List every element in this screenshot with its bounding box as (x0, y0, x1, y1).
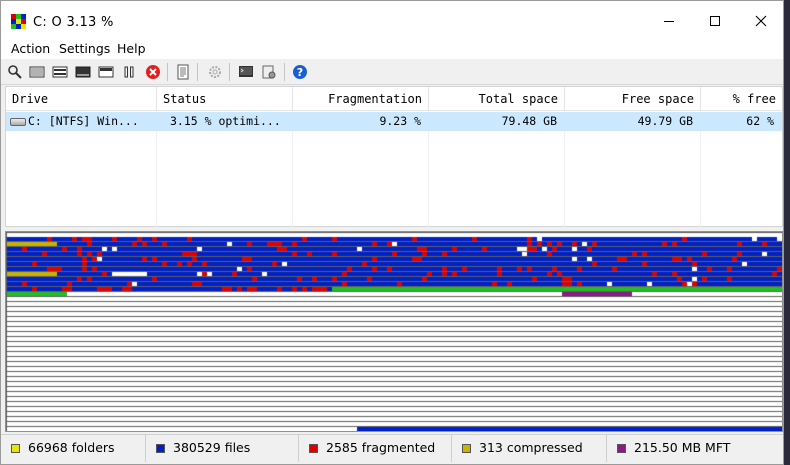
column-header-fragmentation[interactable]: Fragmentation (293, 87, 429, 111)
toolbar: ? (1, 59, 783, 85)
mft-size: 215.50 MB MFT (634, 440, 731, 455)
column-header-drive[interactable]: Drive (6, 87, 157, 111)
svg-text:?: ? (297, 66, 303, 79)
compressed-color-swatch (462, 444, 471, 453)
drive-list: Drive Status Fragmentation Total space F… (5, 86, 783, 227)
minimize-button[interactable] (646, 6, 692, 38)
toolbar-separator (229, 63, 230, 81)
compressed-count: 313 compressed (479, 440, 583, 455)
pause-icon[interactable] (121, 64, 137, 80)
drive-total-space: 79.48 GB (501, 114, 557, 128)
drive-status: 3.15 % optimi... (170, 114, 281, 128)
status-files: 380529 files (146, 435, 299, 462)
drive-list-header: Drive Status Fragmentation Total space F… (6, 87, 782, 111)
drive-fragmentation: 9.23 % (379, 114, 421, 128)
defragment-icon[interactable] (29, 64, 45, 80)
report-icon[interactable] (175, 64, 191, 80)
cluster-map (5, 231, 783, 432)
app-window: C: O 3.13 % Action Settings Help ? Drive… (0, 0, 784, 465)
status-fragmented: 2585 fragmented (299, 435, 452, 462)
quick-optimize-icon[interactable] (52, 64, 68, 80)
column-header-status[interactable]: Status (157, 87, 293, 111)
files-count: 380529 files (173, 440, 251, 455)
maximize-icon (710, 16, 720, 26)
menu-settings[interactable]: Settings (59, 41, 110, 56)
toolbar-separator (197, 63, 198, 81)
menu-help[interactable]: Help (117, 41, 146, 56)
toolbar-separator (167, 63, 168, 81)
ultradefrag-app-icon (11, 14, 27, 30)
column-header-total-space[interactable]: Total space (429, 87, 565, 111)
folders-count: 66968 folders (28, 440, 115, 455)
close-icon (755, 15, 767, 27)
drive-name: C: [NTFS] Win... (28, 114, 139, 128)
window-title: C: O 3.13 % (33, 15, 114, 30)
column-header-percent-free[interactable]: % free (701, 87, 782, 111)
boot-script-icon[interactable] (261, 64, 277, 80)
boot-time-scan-icon[interactable] (238, 64, 254, 80)
minimize-icon (664, 21, 674, 22)
analyze-magnifier-icon[interactable] (7, 64, 23, 80)
column-header-free-space[interactable]: Free space (565, 87, 701, 111)
cluster-map-canvas (6, 232, 782, 431)
drive-row-c[interactable]: C: [NTFS] Win... 3.15 % optimi... 9.23 %… (6, 112, 782, 131)
folders-color-swatch (11, 444, 20, 453)
maximize-button[interactable] (692, 6, 738, 38)
toolbar-separator (284, 63, 285, 81)
help-icon[interactable]: ? (292, 64, 308, 80)
status-bar: 66968 folders 380529 files 2585 fragment… (1, 434, 783, 462)
full-optimize-icon[interactable] (75, 64, 91, 80)
close-button[interactable] (738, 6, 784, 38)
fragmented-count: 2585 fragmented (326, 440, 436, 455)
status-folders: 66968 folders (1, 435, 146, 462)
mft-color-swatch (617, 444, 626, 453)
drive-percent-free: 62 % (746, 114, 774, 128)
title-bar[interactable]: C: O 3.13 % (1, 1, 783, 37)
status-compressed: 313 compressed (452, 435, 607, 462)
menu-bar: Action Settings Help (1, 37, 783, 59)
drive-free-space: 49.79 GB (637, 114, 693, 128)
files-color-swatch (156, 444, 165, 453)
settings-gear-icon[interactable] (207, 64, 223, 80)
fragmented-color-swatch (309, 444, 318, 453)
hard-drive-icon (10, 118, 26, 126)
status-mft: 215.50 MB MFT (607, 435, 783, 462)
stop-icon[interactable] (145, 64, 161, 80)
mft-optimize-icon[interactable] (98, 64, 114, 80)
menu-action[interactable]: Action (11, 41, 50, 56)
